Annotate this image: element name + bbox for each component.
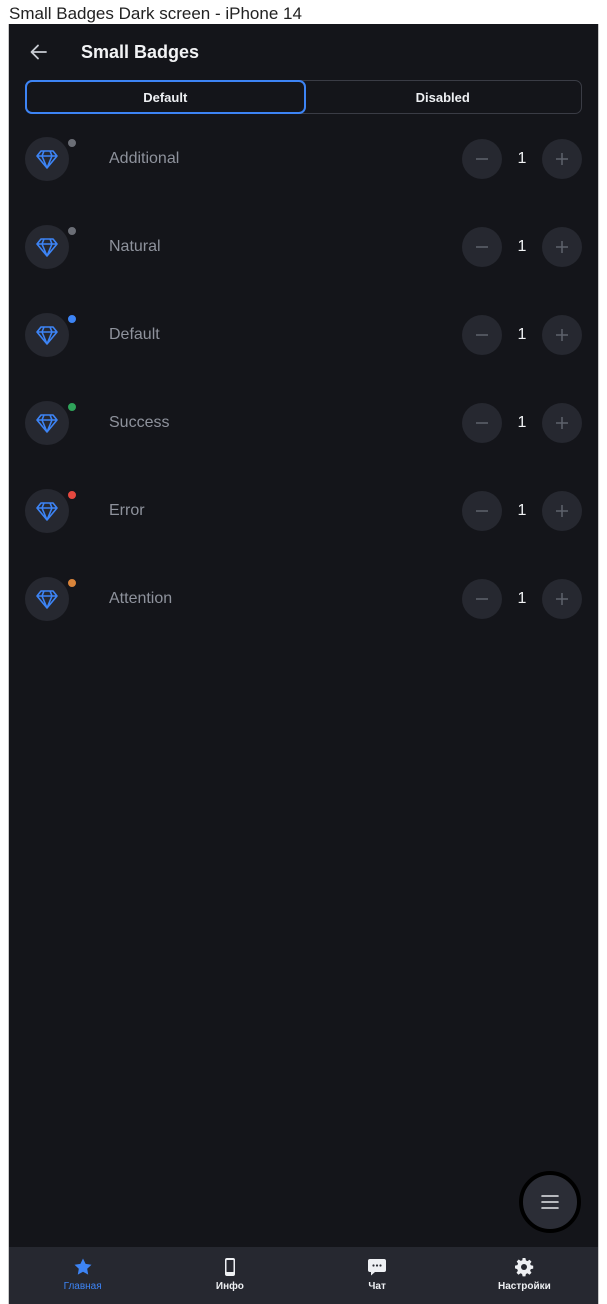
quantity-stepper: 1 <box>462 579 582 619</box>
diamond-icon <box>36 150 58 169</box>
list-item: Default 1 <box>9 291 598 379</box>
increment-button[interactable] <box>542 315 582 355</box>
diamond-icon <box>36 502 58 521</box>
tab-default[interactable]: Default <box>25 80 306 114</box>
item-label: Attention <box>109 590 173 607</box>
phone-icon <box>220 1257 240 1277</box>
chat-icon <box>367 1257 387 1277</box>
status-badge <box>66 313 78 325</box>
list-item: Natural 1 <box>9 203 598 291</box>
minus-icon <box>476 158 488 160</box>
status-badge <box>66 577 78 589</box>
avatar <box>25 225 69 269</box>
top-app-bar: Small Badges <box>9 24 598 80</box>
tab-label: Настройки <box>497 1281 551 1292</box>
plus-icon <box>556 505 568 517</box>
avatar <box>25 489 69 533</box>
item-label: Error <box>109 502 145 519</box>
increment-button[interactable] <box>542 579 582 619</box>
tab-label: Чат <box>368 1281 386 1292</box>
quantity-stepper: 1 <box>462 491 582 531</box>
plus-icon <box>556 593 568 605</box>
page-title: Small Badges <box>81 42 200 62</box>
tab-home[interactable]: Главная <box>9 1247 156 1304</box>
decrement-button[interactable] <box>462 403 502 443</box>
tab-disabled[interactable]: Disabled <box>305 81 582 113</box>
phone-screen: Small Badges Default Disabled Additional… <box>8 24 599 1304</box>
back-button[interactable] <box>25 38 53 66</box>
increment-button[interactable] <box>542 227 582 267</box>
stepper-value: 1 <box>517 502 527 519</box>
diamond-icon <box>36 590 58 609</box>
avatar <box>25 401 69 445</box>
stepper-value: 1 <box>517 326 527 343</box>
frame-caption: Small Badges Dark screen - iPhone 14 <box>9 4 302 23</box>
arrow-left-icon <box>30 44 47 60</box>
list-item: Error 1 <box>9 467 598 555</box>
stepper-value: 1 <box>517 590 527 607</box>
plus-icon <box>556 329 568 341</box>
minus-icon <box>476 598 488 600</box>
decrement-button[interactable] <box>462 315 502 355</box>
decrement-button[interactable] <box>462 491 502 531</box>
plus-icon <box>556 417 568 429</box>
list-item: Success 1 <box>9 379 598 467</box>
status-badge <box>66 225 78 237</box>
item-label: Default <box>109 326 160 343</box>
minus-icon <box>476 246 488 248</box>
diamond-icon <box>36 238 58 257</box>
status-badge <box>66 489 78 501</box>
segmented-control: Default Disabled <box>25 80 582 114</box>
stepper-value: 1 <box>517 238 527 255</box>
plus-icon <box>556 153 568 165</box>
list-item: Additional 1 <box>9 115 598 203</box>
minus-icon <box>476 334 488 336</box>
gear-icon <box>514 1257 534 1277</box>
increment-button[interactable] <box>542 403 582 443</box>
status-badge <box>66 401 78 413</box>
tab-info[interactable]: Инфо <box>156 1247 303 1304</box>
status-badge <box>66 137 78 149</box>
tab-label: Инфо <box>215 1281 244 1292</box>
quantity-stepper: 1 <box>462 139 582 179</box>
avatar <box>25 137 69 181</box>
minus-icon <box>476 422 488 424</box>
avatar <box>25 313 69 357</box>
minus-icon <box>476 510 488 512</box>
menu-fab-button[interactable] <box>519 1171 581 1233</box>
decrement-button[interactable] <box>462 227 502 267</box>
decrement-button[interactable] <box>462 139 502 179</box>
item-label: Success <box>109 414 170 431</box>
tab-chat[interactable]: Чат <box>304 1247 451 1304</box>
quantity-stepper: 1 <box>462 227 582 267</box>
quantity-stepper: 1 <box>462 403 582 443</box>
star-icon <box>73 1257 93 1277</box>
bottom-tab-bar: Главная Инфо Чат Настройки <box>9 1247 598 1304</box>
diamond-icon <box>36 414 58 433</box>
tab-label: Главная <box>63 1281 102 1292</box>
stepper-value: 1 <box>517 414 527 431</box>
decrement-button[interactable] <box>462 579 502 619</box>
item-label: Natural <box>109 238 161 255</box>
quantity-stepper: 1 <box>462 315 582 355</box>
avatar <box>25 577 69 621</box>
badge-list: Additional 1 Natural 1 Default 1 Success… <box>9 115 598 643</box>
hamburger-icon <box>541 1195 559 1209</box>
stepper-value: 1 <box>517 150 527 167</box>
tab-settings[interactable]: Настройки <box>451 1247 598 1304</box>
diamond-icon <box>36 326 58 345</box>
increment-button[interactable] <box>542 139 582 179</box>
list-item: Attention 1 <box>9 555 598 643</box>
plus-icon <box>556 241 568 253</box>
increment-button[interactable] <box>542 491 582 531</box>
item-label: Additional <box>109 150 180 167</box>
